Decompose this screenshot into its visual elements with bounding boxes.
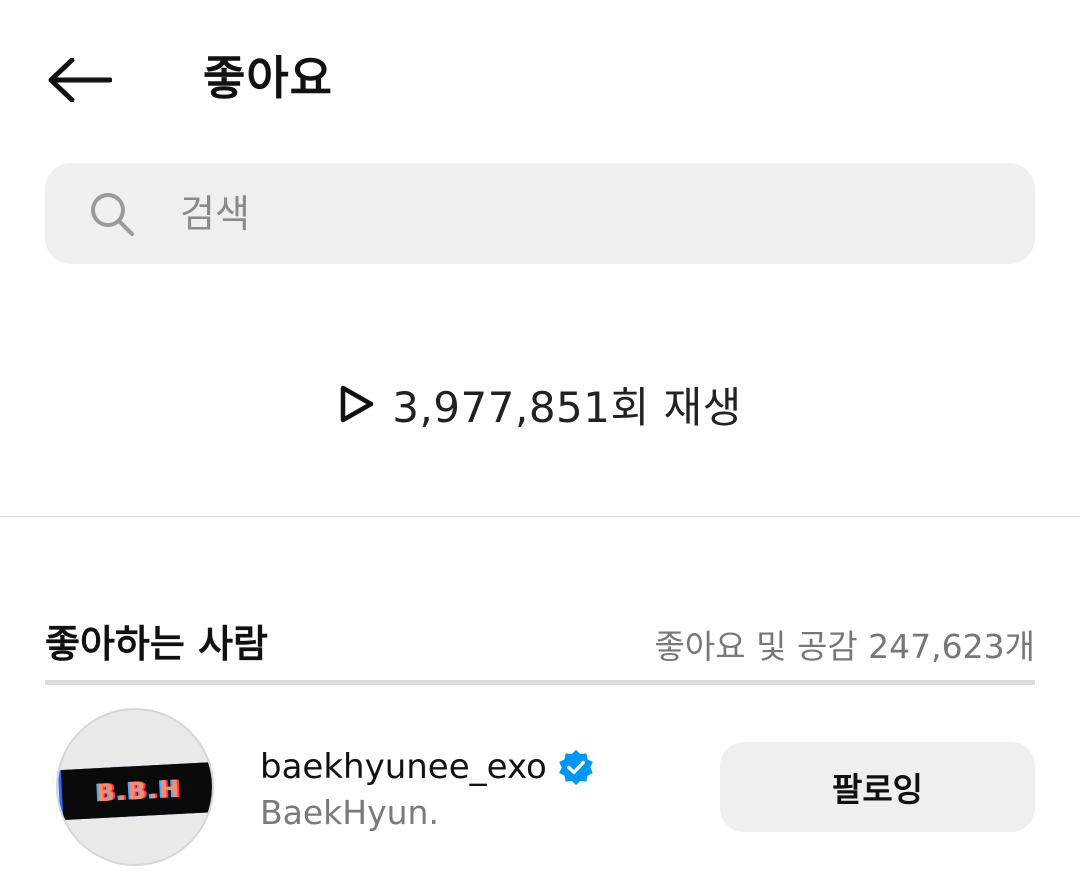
back-button[interactable] [40,48,120,112]
username[interactable]: baekhyunee_exo [260,744,595,790]
play-icon [340,385,374,423]
avatar-text: B.B.H [95,774,183,808]
arrow-left-icon [48,58,112,102]
section-title: 좋아하는 사람 [45,622,268,666]
list-item[interactable]: B.B.H baekhyunee_exo BaekHyun. 팔로잉 [0,700,1080,880]
avatar[interactable]: B.B.H [56,708,214,866]
following-button[interactable]: 팔로잉 [720,742,1035,832]
full-name: BaekHyun. [260,793,439,832]
play-count-label: 3,977,851회 재생 [392,382,742,432]
like-count-label: 좋아요 및 공감 247,623개 [654,627,1035,666]
search-input[interactable] [180,186,980,242]
section-underline [45,680,1035,685]
divider [0,516,1080,517]
page-title: 좋아요 [203,51,333,105]
play-count: 3,977,851회 재생 [0,372,1080,436]
search-icon [91,193,134,236]
avatar-image: B.B.H [60,762,212,820]
verified-badge-icon [559,749,593,786]
header: 좋아요 [0,0,1080,160]
username-label: baekhyunee_exo [260,747,547,787]
